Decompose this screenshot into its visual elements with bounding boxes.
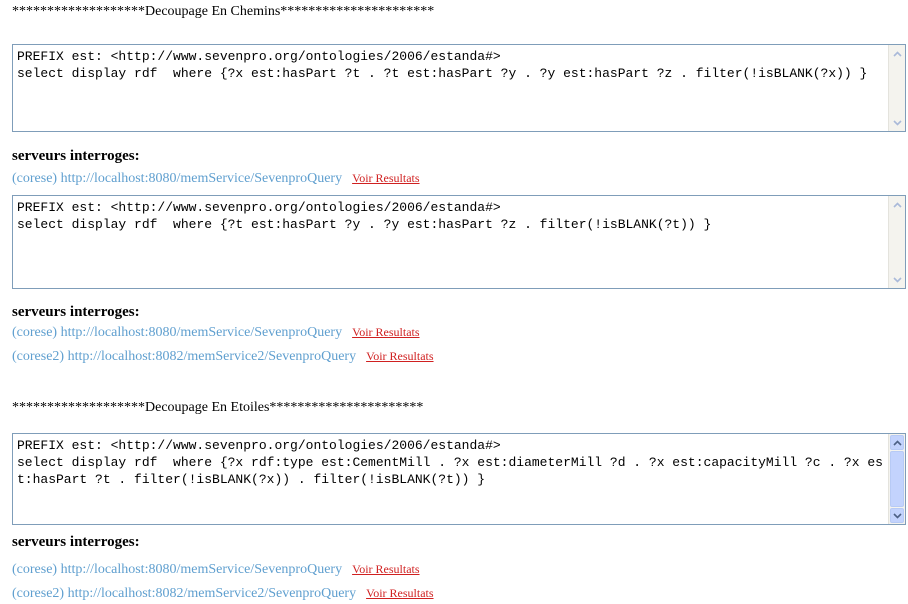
server-endpoint: (corese) http://localhost:8080/memServic… — [12, 562, 343, 577]
voir-resultats-link[interactable]: Voir Resultats — [352, 171, 419, 185]
vertical-scrollbar[interactable] — [888, 45, 905, 131]
scroll-down-button[interactable] — [890, 508, 904, 523]
query-text: PREFIX est: <http://www.sevenpro.org/ont… — [17, 438, 883, 487]
chevron-down-icon — [892, 512, 902, 519]
server-row: (corese) http://localhost:8080/memServic… — [12, 324, 420, 341]
voir-resultats-link[interactable]: Voir Resultats — [366, 586, 433, 600]
query-textarea-2[interactable]: PREFIX est: <http://www.sevenpro.org/ont… — [12, 195, 906, 289]
server-endpoint: (corese2) http://localhost:8082/memServi… — [12, 586, 357, 601]
query-textarea-1[interactable]: PREFIX est: <http://www.sevenpro.org/ont… — [12, 44, 906, 132]
section-title-chemins: *******************Decoupage En Chemins*… — [12, 4, 435, 19]
query-text: PREFIX est: <http://www.sevenpro.org/ont… — [17, 200, 712, 232]
chevron-up-icon — [892, 201, 902, 208]
servers-label: serveurs interroges: — [12, 304, 140, 320]
scroll-down-button[interactable] — [890, 272, 904, 287]
servers-label: serveurs interroges: — [12, 534, 140, 550]
server-endpoint: (corese2) http://localhost:8082/memServi… — [12, 349, 357, 364]
server-row: (corese) http://localhost:8080/memServic… — [12, 170, 420, 187]
voir-resultats-link[interactable]: Voir Resultats — [366, 349, 433, 363]
chevron-down-icon — [892, 119, 902, 126]
server-row: (corese) http://localhost:8080/memServic… — [12, 561, 420, 578]
server-endpoint: (corese) http://localhost:8080/memServic… — [12, 171, 343, 186]
scroll-thumb[interactable] — [890, 451, 904, 507]
server-endpoint: (corese) http://localhost:8080/memServic… — [12, 325, 343, 340]
server-row: (corese2) http://localhost:8082/memServi… — [12, 585, 434, 602]
section-title-etoiles: *******************Decoupage En Etoiles*… — [12, 400, 424, 415]
vertical-scrollbar[interactable] — [888, 434, 905, 524]
scroll-down-button[interactable] — [890, 115, 904, 130]
query-textarea-3[interactable]: PREFIX est: <http://www.sevenpro.org/ont… — [12, 433, 906, 525]
chevron-up-icon — [892, 50, 902, 57]
servers-label: serveurs interroges: — [12, 148, 140, 164]
server-row: (corese2) http://localhost:8082/memServi… — [12, 348, 434, 365]
voir-resultats-link[interactable]: Voir Resultats — [352, 562, 419, 576]
vertical-scrollbar[interactable] — [888, 196, 905, 288]
voir-resultats-link[interactable]: Voir Resultats — [352, 325, 419, 339]
scroll-up-button[interactable] — [890, 46, 904, 61]
chevron-down-icon — [892, 276, 902, 283]
query-text: PREFIX est: <http://www.sevenpro.org/ont… — [17, 49, 868, 81]
scroll-up-button[interactable] — [890, 435, 904, 450]
chevron-up-icon — [892, 439, 902, 446]
scroll-up-button[interactable] — [890, 197, 904, 212]
